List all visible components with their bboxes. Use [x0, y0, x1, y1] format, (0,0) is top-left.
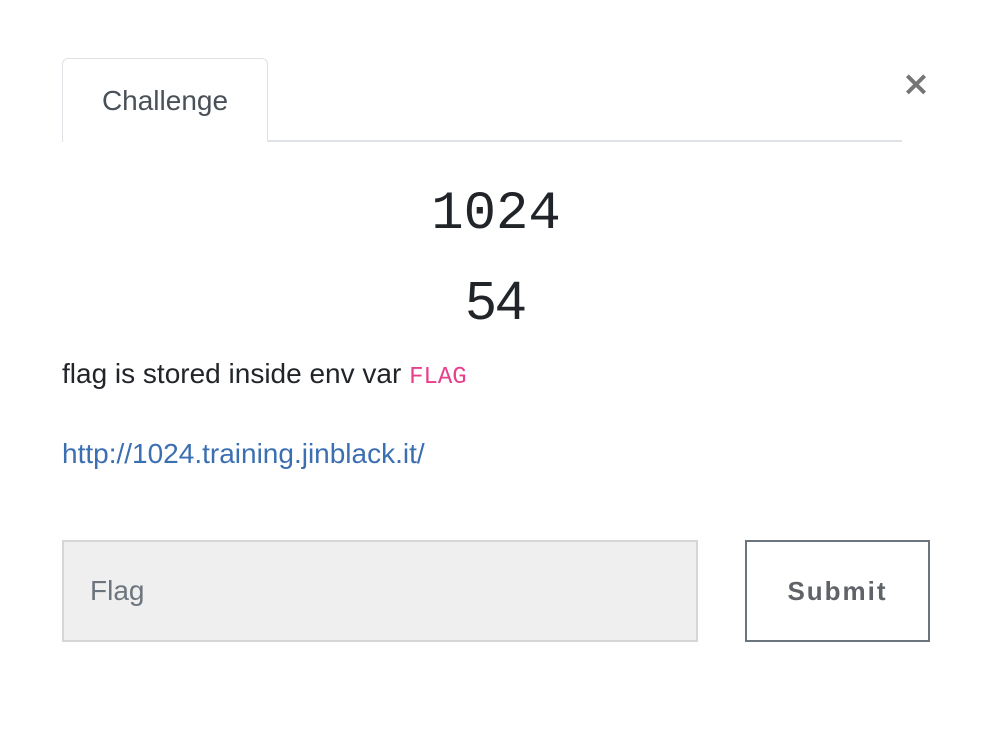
challenge-name: 1024	[431, 184, 561, 245]
tab-challenge[interactable]: Challenge	[62, 58, 268, 142]
flag-input[interactable]	[62, 540, 698, 642]
challenge-link[interactable]: http://1024.training.jinblack.it/	[62, 432, 425, 476]
description-text: flag is stored inside env var	[62, 358, 410, 389]
tab-challenge-label: Challenge	[101, 85, 229, 116]
close-button[interactable]: ×	[899, 64, 933, 104]
challenge-value: 54	[465, 271, 527, 331]
close-icon: ×	[901, 64, 931, 104]
description-code: FLAG	[409, 364, 467, 391]
submit-button[interactable]: Submit	[745, 540, 930, 642]
challenge-description: flag is stored inside env var FLAG	[62, 352, 467, 400]
challenge-modal: × Challenge 1024 54 flag is stored insid…	[0, 0, 992, 732]
